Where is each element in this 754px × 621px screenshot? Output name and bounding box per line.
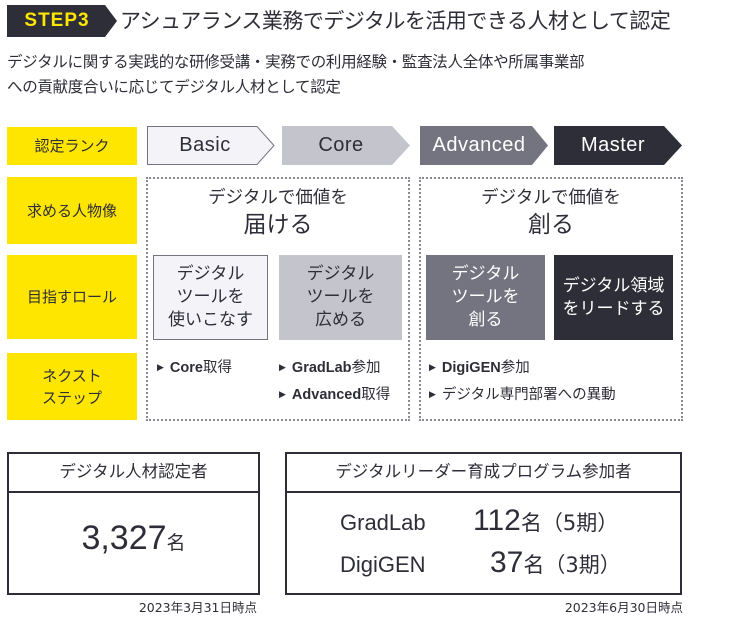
next-step-item: ▶ Core取得 bbox=[157, 360, 232, 376]
program-name: GradLab bbox=[340, 510, 426, 535]
role-line: 広める bbox=[315, 310, 366, 330]
row-label-next-step-line: ステップ bbox=[41, 388, 102, 407]
rank-core: Core bbox=[282, 126, 410, 165]
stat-certified-value: 3,327名 bbox=[9, 519, 258, 558]
subtitle-line: デジタルに関する実践的な研修受講・実務での利用経験・監査法人全体や所属事業部 bbox=[7, 53, 585, 71]
role-line: デジタル bbox=[176, 264, 245, 284]
rank-label: Advanced bbox=[432, 134, 526, 156]
step-badge: STEP3 bbox=[7, 5, 117, 37]
next-steps-basic: ▶ Core取得 bbox=[157, 356, 232, 383]
triangle-bullet-icon: ▶ bbox=[429, 363, 436, 373]
triangle-bullet-icon: ▶ bbox=[279, 363, 286, 373]
program-name: DigiGEN bbox=[340, 552, 426, 577]
row-label-persona: 求める人物像 bbox=[7, 177, 137, 244]
page-subtitle: デジタルに関する実践的な研修受講・実務での利用経験・監査法人全体や所属事業部 へ… bbox=[7, 50, 585, 100]
role-line: デジタル bbox=[451, 264, 520, 284]
role-line: 創る bbox=[468, 310, 503, 330]
rank-master: Master bbox=[554, 126, 682, 165]
role-basic: デジタル ツールを 使いこなす bbox=[153, 255, 268, 340]
persona-line1: デジタルで価値を bbox=[208, 188, 348, 208]
role-line: デジタル bbox=[306, 264, 375, 284]
program-value: 112名（5期） bbox=[473, 504, 619, 537]
subtitle-line: への貢献度合いに応じてデジタル人材として認定 bbox=[7, 78, 341, 96]
programs-as-of: 2023年6月30日時点 bbox=[564, 600, 683, 615]
row-label-next-step-line: ネクスト bbox=[42, 366, 102, 385]
role-line: 使いこなす bbox=[168, 310, 253, 330]
program-value: 37名（3期） bbox=[490, 546, 621, 579]
role-line: ツールを bbox=[451, 287, 520, 307]
next-steps-advanced-master: ▶ DigiGEN参加 ▶ デジタル専門部署への異動 bbox=[429, 356, 616, 410]
persona-advanced-master: デジタルで価値を 創る bbox=[419, 186, 683, 240]
rank-basic: Basic bbox=[147, 126, 275, 165]
step-badge-label: STEP3 bbox=[24, 10, 90, 31]
role-advanced: デジタル ツールを 創る bbox=[426, 255, 545, 340]
triangle-bullet-icon: ▶ bbox=[279, 390, 286, 400]
role-line: ツールを bbox=[176, 287, 245, 307]
rank-label: Basic bbox=[179, 134, 231, 156]
stat-programs-title: デジタルリーダー育成プログラム参加者 bbox=[287, 454, 680, 493]
role-line: をリードする bbox=[562, 298, 665, 319]
role-core: デジタル ツールを 広める bbox=[279, 255, 402, 340]
stat-certified-box: デジタル人材認定者 3,327名 bbox=[7, 452, 260, 595]
role-line: デジタル領域 bbox=[562, 275, 665, 296]
next-step-item: ▶ デジタル専門部署への異動 bbox=[429, 387, 616, 403]
next-step-item: ▶ GradLab参加 bbox=[279, 360, 381, 376]
rank-label: Core bbox=[318, 134, 364, 156]
next-steps-core: ▶ GradLab参加 ▶ Advanced取得 bbox=[279, 356, 390, 410]
stat-programs-box: デジタルリーダー育成プログラム参加者 GradLab 112名（5期） Digi… bbox=[285, 452, 682, 595]
page-title: アシュアランス業務でデジタルを活用できる人材として認定 bbox=[120, 9, 671, 33]
role-line: ツールを bbox=[306, 287, 375, 307]
persona-line2: 届ける bbox=[243, 212, 313, 238]
next-step-item: ▶ DigiGEN参加 bbox=[429, 360, 530, 376]
persona-basic-core: デジタルで価値を 届ける bbox=[146, 186, 410, 240]
next-step-item: ▶ Advanced取得 bbox=[279, 387, 391, 403]
rank-label: Master bbox=[580, 134, 646, 156]
certified-count: 3,327 bbox=[81, 519, 167, 557]
persona-line1: デジタルで価値を bbox=[481, 188, 621, 208]
triangle-bullet-icon: ▶ bbox=[157, 363, 164, 373]
persona-line2: 創る bbox=[528, 212, 574, 238]
row-label-rank: 認定ランク bbox=[7, 127, 137, 165]
row-label-role: 目指すロール bbox=[7, 255, 137, 339]
certified-unit: 名 bbox=[166, 532, 186, 554]
role-master: デジタル領域 をリードする bbox=[554, 255, 673, 340]
rank-advanced: Advanced bbox=[420, 126, 548, 165]
row-label-next-step: ネクスト ステップ bbox=[7, 353, 137, 420]
triangle-bullet-icon: ▶ bbox=[429, 390, 436, 400]
stat-certified-title: デジタル人材認定者 bbox=[9, 454, 258, 493]
certified-as-of: 2023年3月31日時点 bbox=[138, 600, 257, 615]
